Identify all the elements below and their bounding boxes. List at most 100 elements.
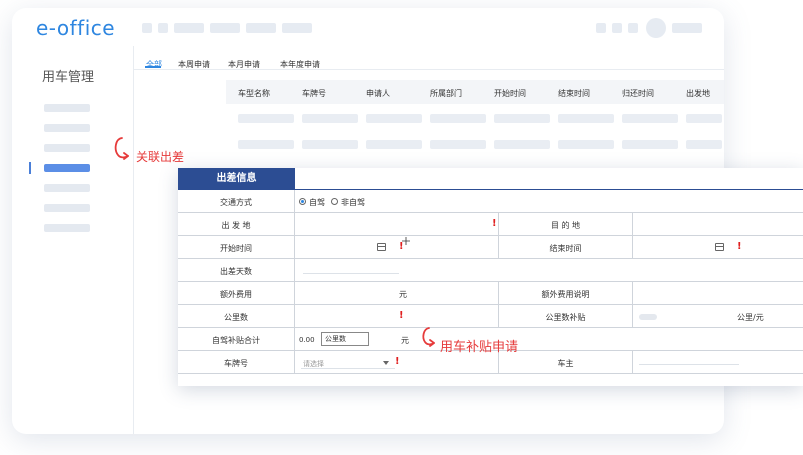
topnav-placeholder xyxy=(174,23,204,33)
column-header[interactable]: 车牌号 xyxy=(302,88,326,99)
required-mark: ! xyxy=(737,241,742,252)
sidebar-item[interactable] xyxy=(44,204,90,212)
column-header[interactable]: 出发地 xyxy=(686,88,710,99)
km-field[interactable]: ! xyxy=(295,305,499,328)
owner-input-line xyxy=(639,364,739,365)
self-drive-total-unit: 元 xyxy=(401,336,409,345)
table-row[interactable] xyxy=(238,114,294,123)
table-row[interactable] xyxy=(494,140,550,149)
self-drive-total-value: 0.00 xyxy=(299,336,315,344)
form-title: 出差信息 xyxy=(178,168,295,190)
table-row[interactable] xyxy=(238,140,294,149)
extra-fee-desc-label: 额外费用说明 xyxy=(541,290,590,299)
curved-arrow-icon xyxy=(422,327,435,347)
plate-label: 车牌号 xyxy=(224,359,248,368)
table-row[interactable] xyxy=(686,114,722,123)
table-row[interactable] xyxy=(366,140,422,149)
required-mark: ! xyxy=(395,356,400,367)
active-tab-underline xyxy=(145,66,161,68)
column-header[interactable]: 结束时间 xyxy=(558,88,590,99)
column-header[interactable]: 归还时间 xyxy=(622,88,654,99)
km-subsidy-unit: 公里/元 xyxy=(737,313,764,322)
chevron-down-icon[interactable] xyxy=(383,361,389,365)
sidebar-item[interactable] xyxy=(44,104,90,112)
destination-label-cell: 目 的 地 xyxy=(499,213,633,236)
self-drive-total-cell: 0.00 公里数 元 xyxy=(295,328,803,351)
days-field[interactable] xyxy=(295,259,803,282)
end-time-field[interactable]: ! xyxy=(633,236,803,259)
km-subsidy-label-cell: 公里数补贴 xyxy=(499,305,633,328)
table-row[interactable] xyxy=(302,114,358,123)
departure-label: 出 发 地 xyxy=(221,221,251,230)
option-non-self-drive[interactable]: 非自驾 xyxy=(341,197,365,208)
calendar-icon[interactable] xyxy=(715,243,724,251)
plate-label-cell: 车牌号 xyxy=(178,351,295,374)
table-row[interactable] xyxy=(622,140,678,149)
column-header[interactable]: 开始时间 xyxy=(494,88,526,99)
km-subsidy-input[interactable] xyxy=(639,314,657,320)
sidebar-title: 用车管理 xyxy=(42,70,95,85)
transport-value-cell: 自驾 非自驾 xyxy=(295,190,803,213)
table-row[interactable] xyxy=(366,114,422,123)
table-row[interactable] xyxy=(494,114,550,123)
extra-fee-desc-field[interactable] xyxy=(633,282,803,305)
km-input[interactable]: 公里数 xyxy=(321,332,369,346)
extra-fee-field[interactable]: 元 xyxy=(295,282,499,305)
owner-label-cell: 车主 xyxy=(499,351,633,374)
km-subsidy-label: 公里数补贴 xyxy=(545,313,586,322)
owner-field[interactable] xyxy=(633,351,803,374)
username-placeholder xyxy=(672,23,702,33)
end-label: 结束时间 xyxy=(549,244,582,253)
days-label: 出差天数 xyxy=(220,267,252,276)
cursor-icon xyxy=(402,237,410,245)
km-label: 公里数 xyxy=(224,313,248,322)
departure-field[interactable]: ! xyxy=(295,213,499,236)
sidebar-item[interactable] xyxy=(44,124,90,132)
table-row[interactable] xyxy=(430,140,486,149)
annotation-link-trip: 关联出差 xyxy=(136,150,185,164)
owner-label: 车主 xyxy=(557,359,574,368)
self-drive-total-label-cell: 自驾补贴合计 xyxy=(178,328,295,351)
table-row[interactable] xyxy=(558,140,614,149)
km-label-cell: 公里数 xyxy=(178,305,295,328)
destination-label: 目 的 地 xyxy=(550,221,581,230)
transport-label-cell: 交通方式 xyxy=(178,190,295,213)
table-row[interactable] xyxy=(558,114,614,123)
end-label-cell: 结束时间 xyxy=(499,236,633,259)
annotation-car-subsidy: 用车补贴申请 xyxy=(440,340,519,355)
sidebar-item[interactable] xyxy=(44,224,90,232)
sidebar-item[interactable] xyxy=(44,184,90,192)
toolbar-placeholder xyxy=(628,23,638,33)
destination-field[interactable] xyxy=(633,213,803,236)
option-self-drive[interactable]: 自驾 xyxy=(309,197,325,208)
column-header[interactable]: 申请人 xyxy=(366,88,390,99)
required-mark: ! xyxy=(492,218,497,229)
radio-non-self-drive[interactable] xyxy=(331,198,338,205)
start-time-field[interactable]: ! xyxy=(295,236,499,259)
tabs-divider xyxy=(134,69,724,70)
topnav-placeholder xyxy=(282,23,312,33)
radio-self-drive[interactable] xyxy=(299,198,306,205)
sidebar-item-active[interactable] xyxy=(44,164,90,172)
days-input-line xyxy=(303,273,399,274)
km-subsidy-field[interactable]: 公里/元 xyxy=(633,305,803,328)
table-row[interactable] xyxy=(686,140,722,149)
avatar[interactable] xyxy=(646,18,666,38)
extra-fee-desc-label-cell: 额外费用说明 xyxy=(499,282,633,305)
column-header[interactable]: 车型名称 xyxy=(238,88,270,99)
start-label: 开始时间 xyxy=(220,244,252,253)
table-row[interactable] xyxy=(622,114,678,123)
table-row[interactable] xyxy=(302,140,358,149)
extra-fee-unit: 元 xyxy=(399,290,407,299)
topnav-placeholder xyxy=(246,23,276,33)
sidebar-item[interactable] xyxy=(44,144,90,152)
calendar-icon[interactable] xyxy=(377,243,386,251)
column-header[interactable]: 所属部门 xyxy=(430,88,462,99)
topnav-placeholder xyxy=(210,23,240,33)
table-row[interactable] xyxy=(430,114,486,123)
topnav-placeholder xyxy=(142,23,152,33)
plate-select-line xyxy=(301,368,395,369)
departure-label-cell: 出 发 地 xyxy=(178,213,295,236)
sidebar: 用车管理 xyxy=(12,46,134,434)
table-header: 车型名称 车牌号 申请人 所属部门 开始时间 结束时间 归还时间 出发地 xyxy=(226,80,724,104)
